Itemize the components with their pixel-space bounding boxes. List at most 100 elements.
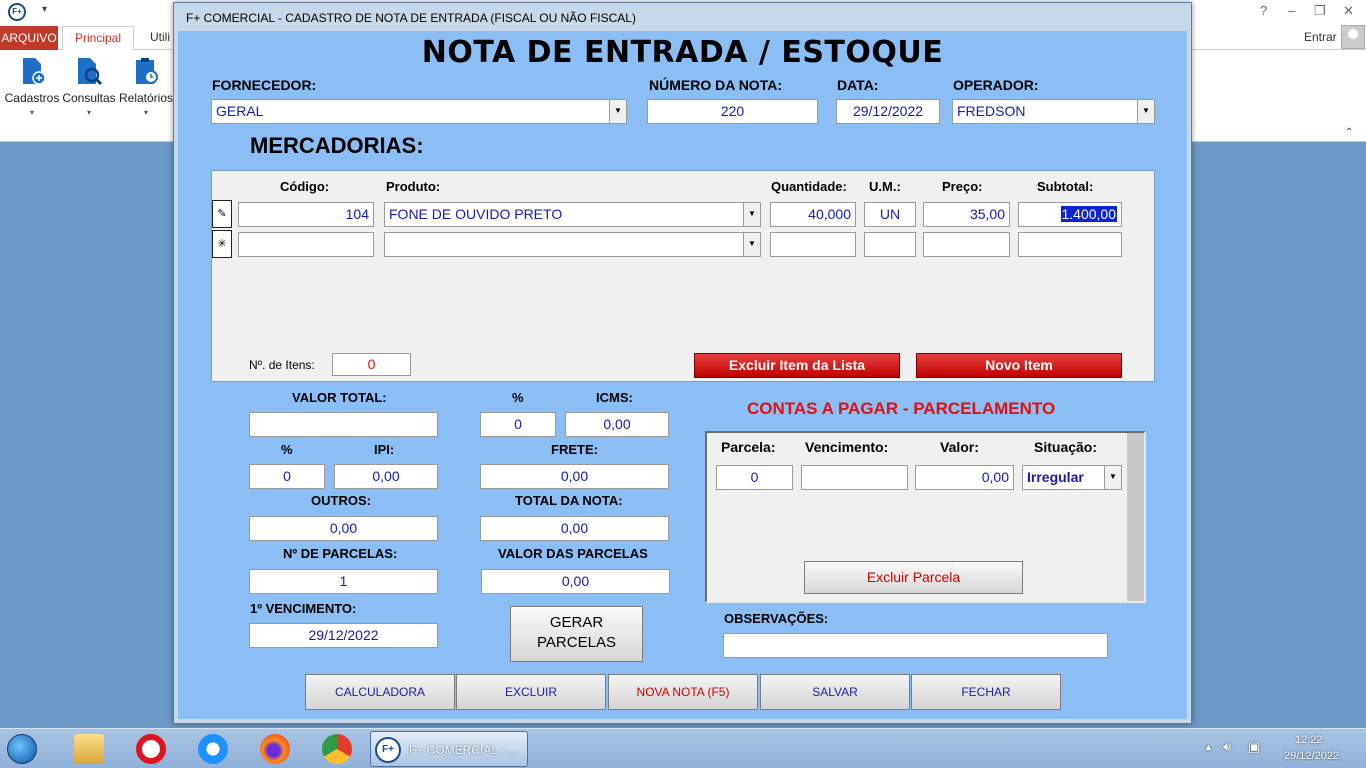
situacao-select[interactable]: Irregular ▼ <box>1022 465 1122 490</box>
start-button-icon[interactable] <box>7 734 37 764</box>
parcela-cell[interactable]: 0 <box>716 465 793 490</box>
chevron-down-icon[interactable]: ▼ <box>609 100 626 123</box>
icms-pct-label: % <box>512 390 524 405</box>
network-icon[interactable]: ▣ <box>1248 739 1260 755</box>
chevron-down-icon[interactable]: ▼ <box>743 233 760 256</box>
clock-time[interactable]: 12:22 <box>1295 734 1323 746</box>
chrome-icon[interactable] <box>322 734 352 764</box>
preco-cell-new[interactable] <box>923 232 1010 257</box>
operador-select[interactable]: FREDSON ▼ <box>952 99 1155 124</box>
chevron-down-icon[interactable]: ▼ <box>1137 100 1154 123</box>
page-title: NOTA DE ENTRADA / ESTOQUE <box>421 35 944 70</box>
col-situacao: Situação: <box>1034 439 1098 455</box>
num-parcelas-field[interactable]: 1 <box>249 569 438 594</box>
ipi-field[interactable]: 0,00 <box>334 464 438 489</box>
show-hidden-icons-icon[interactable]: ▲ <box>1204 742 1213 752</box>
data-field[interactable]: 29/12/2022 <box>836 99 940 124</box>
subtotal-value: 1.400,00 <box>1060 206 1117 222</box>
quantidade-cell-new[interactable] <box>770 232 856 257</box>
excluir-button[interactable]: EXCLUIR <box>456 674 606 710</box>
internet-explorer-icon[interactable] <box>198 734 228 764</box>
close-icon[interactable]: ✕ <box>1343 3 1354 19</box>
opera-icon[interactable] <box>136 734 166 764</box>
quantidade-cell[interactable]: 40,000 <box>770 202 856 227</box>
fornecedor-select[interactable]: GERAL ▼ <box>211 99 627 124</box>
codigo-cell[interactable]: 104 <box>238 202 374 227</box>
um-cell-new[interactable] <box>864 232 916 257</box>
gerar-parcelas-button[interactable]: GERAR PARCELAS <box>510 606 643 662</box>
numero-nota-label: NÚMERO DA NOTA: <box>649 77 782 93</box>
tab-utilitarios[interactable]: Utili <box>150 30 170 44</box>
num-parcelas-label: Nº DE PARCELAS: <box>283 546 398 561</box>
avatar[interactable] <box>1341 25 1365 49</box>
salvar-button[interactable]: SALVAR <box>760 674 910 710</box>
codigo-cell-new[interactable] <box>238 232 374 257</box>
valor-total-field[interactable] <box>249 412 438 437</box>
novo-item-button[interactable]: Novo Item <box>916 353 1122 378</box>
chevron-down-icon: ▾ <box>86 108 91 117</box>
quick-access-dropdown-icon[interactable]: ▾ <box>42 4 47 15</box>
restore-icon[interactable]: ❐ <box>1314 3 1326 19</box>
operador-value: FREDSON <box>957 103 1026 119</box>
items-grid: Código: Produto: Quantidade: U.M.: Preço… <box>211 170 1155 382</box>
primeiro-vencimento-field[interactable]: 29/12/2022 <box>249 623 438 648</box>
excluir-item-button[interactable]: Excluir Item da Lista <box>694 353 900 378</box>
dialog-title: F+ COMERCIAL - CADASTRO DE NOTA DE ENTRA… <box>186 11 636 25</box>
icms-field[interactable]: 0,00 <box>565 412 669 437</box>
row-editing-icon[interactable]: ✎ <box>212 200 232 228</box>
parcelas-scrollbar[interactable] <box>1127 433 1144 601</box>
um-cell[interactable]: UN <box>864 202 916 227</box>
produto-cell[interactable]: FONE DE OUVIDO PRETO ▼ <box>384 202 761 227</box>
vencimento-cell[interactable] <box>801 465 908 490</box>
chevron-down-icon[interactable]: ▼ <box>1104 466 1121 489</box>
gerar-label: GERAR <box>549 614 604 631</box>
fornecedor-label: FORNECEDOR: <box>212 77 317 93</box>
calculadora-button[interactable]: CALCULADORA <box>305 674 455 710</box>
valor-parcelas-field[interactable]: 0,00 <box>481 569 670 594</box>
consultas-button[interactable]: Consultas ▾ <box>61 56 117 117</box>
outros-field[interactable]: 0,00 <box>249 516 438 541</box>
produto-cell-new[interactable]: ▼ <box>384 232 761 257</box>
row-new-icon[interactable]: ✳ <box>212 230 232 258</box>
document-add-icon <box>23 58 46 85</box>
subtotal-cell[interactable]: 1.400,00 <box>1018 202 1122 227</box>
subtotal-cell-new[interactable] <box>1018 232 1122 257</box>
frete-field[interactable]: 0,00 <box>480 464 669 489</box>
file-explorer-icon[interactable] <box>74 734 104 764</box>
clipboard-clock-icon <box>136 58 158 84</box>
preco-cell[interactable]: 35,00 <box>923 202 1010 227</box>
minimize-icon[interactable]: – <box>1288 3 1295 18</box>
relatorios-button[interactable]: Relatórios ▾ <box>118 56 174 117</box>
item-count-label: Nº. de Itens: <box>249 358 315 372</box>
produto-value: FONE DE OUVIDO PRETO <box>389 206 563 222</box>
icms-pct-field[interactable]: 0 <box>480 412 556 437</box>
excluir-parcela-button[interactable]: Excluir Parcela <box>804 561 1023 594</box>
relatorios-label: Relatórios <box>118 91 174 105</box>
tab-arquivo[interactable]: ARQUIVO <box>0 26 58 50</box>
contas-title: CONTAS A PAGAR - PARCELAMENTO <box>747 399 1056 418</box>
numero-nota-field[interactable]: 220 <box>647 99 818 124</box>
valor-cell[interactable]: 0,00 <box>915 465 1014 490</box>
ipi-pct-field[interactable]: 0 <box>249 464 325 489</box>
fechar-button[interactable]: FECHAR <box>911 674 1061 710</box>
col-quantidade: Quantidade: <box>771 179 847 194</box>
total-nota-field[interactable]: 0,00 <box>480 516 669 541</box>
help-icon[interactable]: ? <box>1260 3 1267 18</box>
tab-principal[interactable]: Principal <box>62 26 134 51</box>
col-subtotal: Subtotal: <box>1037 179 1094 194</box>
clock-date[interactable]: 29/12/2022 <box>1284 750 1339 762</box>
volume-icon[interactable]: 🔊︎ <box>1223 739 1231 755</box>
cadastros-button[interactable]: Cadastros ▾ <box>4 56 60 117</box>
collapse-ribbon-icon[interactable]: ⌃ <box>1345 127 1353 138</box>
chevron-down-icon[interactable]: ▼ <box>743 203 760 226</box>
ipi-pct-label: % <box>281 442 293 457</box>
frete-label: FRETE: <box>551 442 598 457</box>
signin-link[interactable]: Entrar <box>1304 30 1337 44</box>
observacoes-field[interactable] <box>723 633 1108 658</box>
taskbar-fcomercial-button[interactable]: F+ F+ COMERCIAL - ... <box>370 731 528 767</box>
valor-total-label: VALOR TOTAL: <box>292 390 387 405</box>
firefox-icon[interactable] <box>260 734 290 764</box>
taskbar-active-label: F+ COMERCIAL - ... <box>409 743 519 757</box>
nova-nota-button[interactable]: NOVA NOTA (F5) <box>608 674 758 710</box>
parcelas-grid: Parcela: Vencimento: Valor: Situação: 0 … <box>705 431 1146 603</box>
